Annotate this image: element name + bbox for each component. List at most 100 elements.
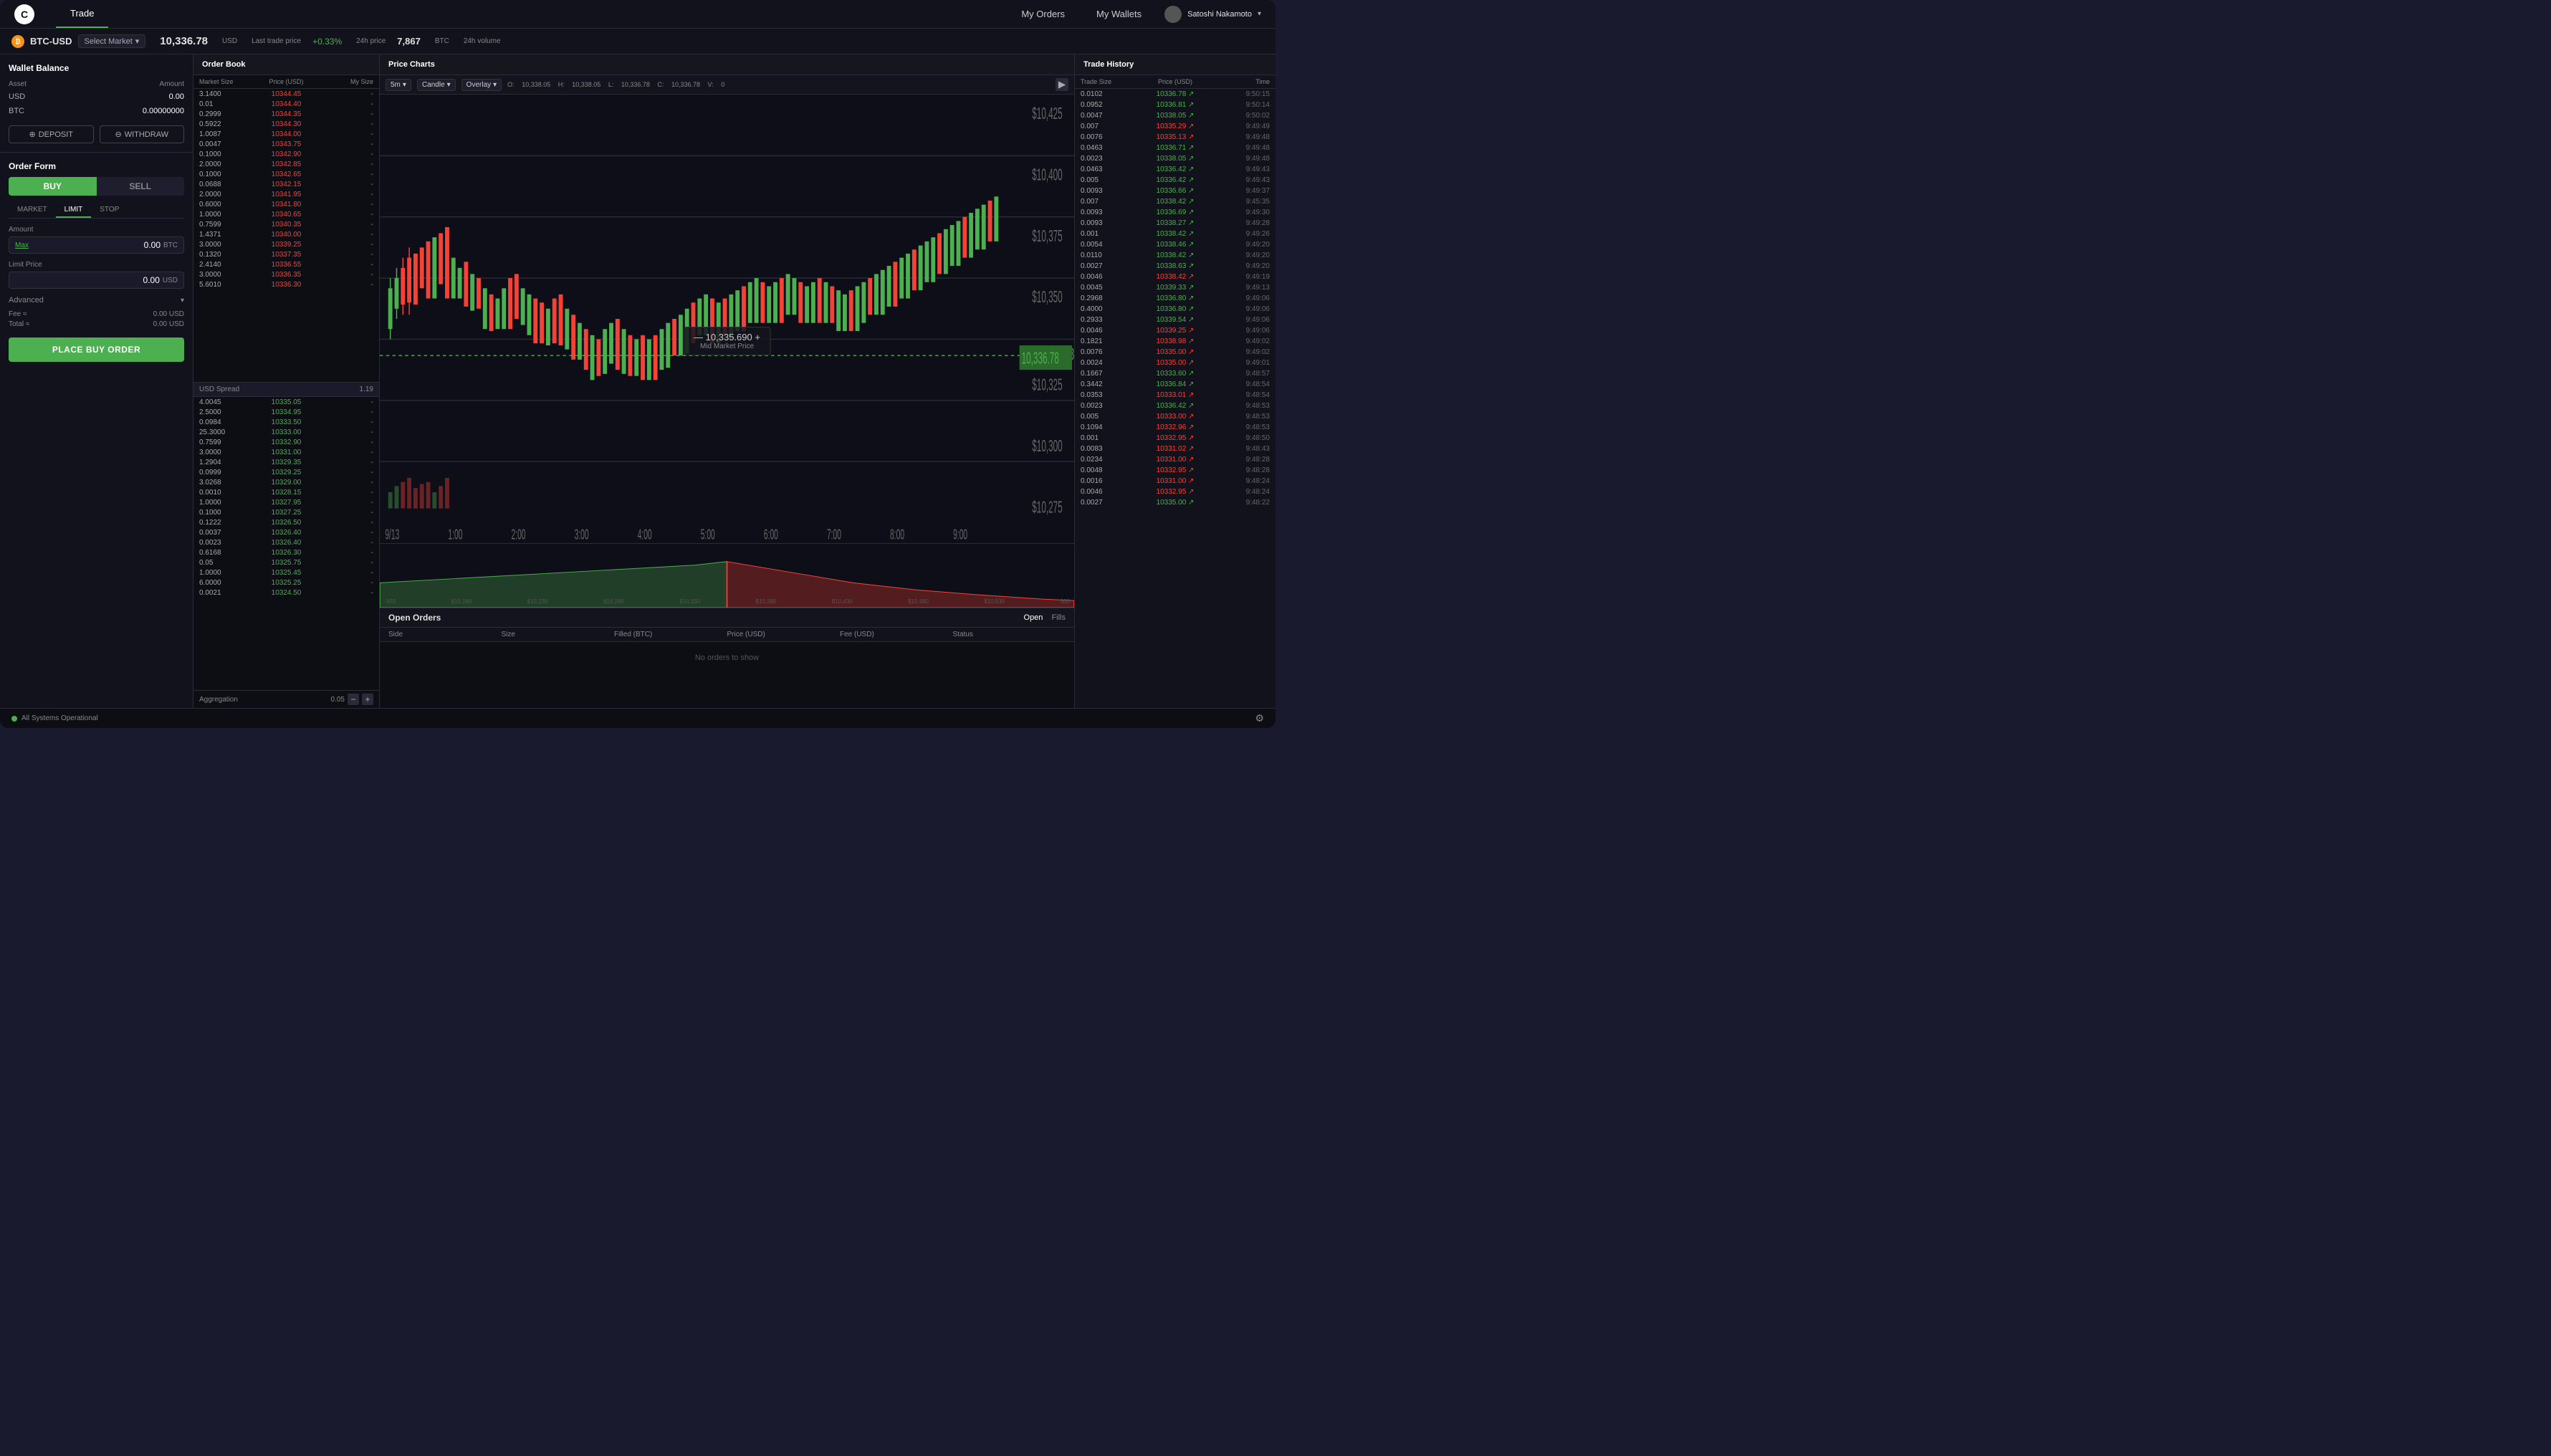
table-row[interactable]: 0.002310326.40- [193, 537, 379, 547]
fills-tab[interactable]: Fills [1051, 613, 1066, 622]
select-market-dropdown[interactable]: Select Market ▾ [78, 34, 146, 48]
settings-icon[interactable]: ⚙ [1255, 712, 1264, 724]
my-wallets-button[interactable]: My Wallets [1088, 6, 1150, 22]
overlay-dropdown[interactable]: Overlay ▾ [461, 79, 502, 91]
left-panel: Wallet Balance Asset Amount USD 0.00 [0, 54, 193, 708]
table-row[interactable]: 1.000010325.45- [193, 567, 379, 578]
market-tab[interactable]: MARKET [9, 203, 56, 218]
table-row[interactable]: 1.000010340.65- [193, 209, 379, 219]
table-row[interactable]: 1.008710344.00- [193, 129, 379, 139]
chevron-down-icon: ▾ [181, 297, 184, 305]
advanced-toggle[interactable]: Advanced ▾ [9, 296, 184, 305]
table-row[interactable]: 6.000010325.25- [193, 578, 379, 588]
table-row[interactable]: 0.100010342.65- [193, 169, 379, 179]
table-row[interactable]: 0.759910340.35- [193, 219, 379, 229]
table-row[interactable]: 1.000010327.95- [193, 497, 379, 507]
table-row[interactable]: 0.132010337.35- [193, 249, 379, 259]
agg-increase-button[interactable]: + [362, 694, 373, 705]
ask-mysize: - [315, 231, 373, 239]
table-row[interactable]: 0.003710326.40- [193, 527, 379, 537]
table-row[interactable]: 2.500010334.95- [193, 407, 379, 417]
table-row[interactable]: 0.600010341.80- [193, 199, 379, 209]
sell-tab[interactable]: SELL [97, 177, 185, 196]
table-row[interactable]: 0.001010328.15- [193, 487, 379, 497]
table-row[interactable]: 0.004710343.75- [193, 139, 379, 149]
limit-tab[interactable]: LIMIT [56, 203, 92, 218]
ask-price: 10336.55 [257, 261, 315, 269]
table-row[interactable]: 3.000010336.35- [193, 269, 379, 279]
table-row[interactable]: 0.122210326.50- [193, 517, 379, 527]
bid-mysize: - [315, 589, 373, 597]
trade-time: 9:49:19 [1207, 273, 1270, 281]
trade-time: 9:45:35 [1207, 198, 1270, 206]
trade-time: 9:49:49 [1207, 123, 1270, 130]
table-row[interactable]: 3.026810329.00- [193, 477, 379, 487]
max-button[interactable]: Max [15, 241, 29, 249]
price-currency: USD [222, 37, 237, 45]
table-row[interactable]: 0.592210344.30- [193, 119, 379, 129]
table-row[interactable]: 0.068810342.15- [193, 179, 379, 189]
asset-col-header: Asset [9, 79, 62, 90]
charts-area: Price Charts 5m ▾ Candle ▾ Overlay [380, 54, 1075, 708]
trade-price: 10336.66 ↗ [1144, 187, 1207, 195]
table-row[interactable]: 25.300010333.00- [193, 427, 379, 437]
chart-play-button[interactable]: ▶ [1056, 78, 1068, 91]
trade-time: 9:49:06 [1207, 327, 1270, 335]
withdraw-button[interactable]: ⊖ WITHDRAW [100, 125, 185, 143]
open-tab[interactable]: Open [1024, 613, 1043, 622]
bid-price: 10325.25 [257, 579, 315, 587]
list-item: 0.002710335.00 ↗9:48:22 [1075, 497, 1276, 508]
trade-time: 9:49:01 [1207, 359, 1270, 367]
bid-size: 0.7599 [199, 439, 257, 446]
bid-mysize: - [315, 408, 373, 416]
trade-size: 0.0110 [1081, 252, 1144, 259]
open-fills-tabs: Open Fills [1024, 613, 1066, 622]
stop-tab[interactable]: STOP [91, 203, 128, 218]
amount-input[interactable] [32, 240, 161, 250]
table-row[interactable]: 0.299910344.35- [193, 109, 379, 119]
table-row[interactable]: 5.601010336.30- [193, 279, 379, 289]
table-row[interactable]: 2.414010336.55- [193, 259, 379, 269]
place-buy-order-button[interactable]: PLACE BUY ORDER [9, 337, 184, 362]
bid-size: 6.0000 [199, 579, 257, 587]
overlay-value: Overlay [466, 81, 491, 89]
table-row[interactable]: 0.099910329.25- [193, 467, 379, 477]
table-row[interactable]: 0.002110324.50- [193, 588, 379, 598]
deposit-button[interactable]: ⊕ DEPOSIT [9, 125, 94, 143]
table-row[interactable]: 0.759910332.90- [193, 437, 379, 447]
table-row[interactable]: 2.000010342.85- [193, 159, 379, 169]
table-row[interactable]: 0.616810326.30- [193, 547, 379, 557]
trade-size: 0.0093 [1081, 187, 1144, 195]
table-row[interactable]: 0.0510325.75- [193, 557, 379, 567]
timeframe-dropdown[interactable]: 5m ▾ [386, 79, 411, 91]
trade-time: 9:49:02 [1207, 348, 1270, 356]
svg-text:$10,325: $10,325 [1032, 375, 1062, 393]
limit-price-input[interactable] [15, 275, 160, 285]
table-row[interactable]: 3.000010331.00- [193, 447, 379, 457]
bid-size: 0.6168 [199, 549, 257, 557]
table-row[interactable]: 0.0110344.40- [193, 99, 379, 109]
table-row[interactable]: 0.098410333.50- [193, 417, 379, 427]
trade-time: 9:49:43 [1207, 166, 1270, 173]
table-row[interactable]: 1.290410329.35- [193, 457, 379, 467]
ask-size: 0.0688 [199, 181, 257, 188]
spread-row: USD Spread 1.19 [193, 382, 379, 397]
trade-time: 9:48:28 [1207, 456, 1270, 464]
trade-time: 9:49:06 [1207, 305, 1270, 313]
ask-mysize: - [315, 130, 373, 138]
tab-trade[interactable]: Trade [56, 0, 108, 28]
table-row[interactable]: 0.100010327.25- [193, 507, 379, 517]
user-menu[interactable]: Satoshi Nakamoto ▾ [1164, 6, 1261, 23]
table-row[interactable]: 3.140010344.45- [193, 89, 379, 99]
buy-tab[interactable]: BUY [9, 177, 97, 196]
table-row[interactable]: 4.004510335.05- [193, 397, 379, 407]
table-row[interactable]: 0.100010342.90- [193, 149, 379, 159]
table-row[interactable]: 2.000010341.95- [193, 189, 379, 199]
agg-decrease-button[interactable]: − [348, 694, 359, 705]
my-orders-button[interactable]: My Orders [1013, 6, 1073, 22]
chart-type-dropdown[interactable]: Candle ▾ [417, 79, 456, 91]
trade-time: 9:49:02 [1207, 337, 1270, 345]
trade-price: 10338.27 ↗ [1144, 219, 1207, 227]
table-row[interactable]: 1.437110340.00- [193, 229, 379, 239]
table-row[interactable]: 3.000010339.25- [193, 239, 379, 249]
